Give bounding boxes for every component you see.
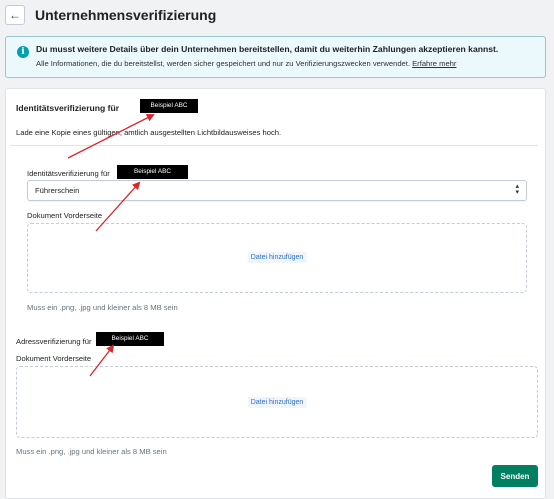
- identity-section-title: Identitätsverifizierung für: [16, 103, 120, 113]
- add-file-button[interactable]: Datei hinzufügen: [247, 252, 307, 263]
- back-button[interactable]: ←: [5, 5, 25, 25]
- id-type-select-value: Führerschein: [35, 186, 80, 195]
- banner-title: Du musst weitere Details über dein Unter…: [36, 44, 499, 54]
- file-format-hint: Muss ein .png, .jpg und kleiner als 8 MB…: [16, 447, 167, 456]
- info-banner: i Du musst weitere Details über dein Unt…: [5, 36, 546, 78]
- file-format-hint: Muss ein .png, .jpg und kleiner als 8 MB…: [27, 303, 178, 312]
- banner-body-text: Alle Informationen, die du bereitstellst…: [36, 59, 410, 68]
- info-icon: i: [17, 46, 29, 58]
- front-document-label: Dokument Vorderseite: [27, 211, 103, 220]
- page-title: Unternehmensverifizierung: [35, 7, 217, 23]
- address-dropzone[interactable]: Datei hinzufügen: [16, 366, 538, 438]
- id-type-label: Identitätsverifizierung für: [27, 169, 110, 178]
- id-type-select[interactable]: Führerschein ▴ ▾: [27, 180, 527, 201]
- identity-description: Lade eine Kopie eines gültigen, amtlich …: [16, 128, 282, 137]
- address-document-label: Dokument Vorderseite: [16, 354, 92, 363]
- id-front-dropzone[interactable]: Datei hinzufügen: [27, 223, 527, 293]
- page-header: ← Unternehmensverifizierung: [0, 0, 554, 32]
- learn-more-link[interactable]: Erfahre mehr: [412, 59, 456, 68]
- redacted-company-name: Beispiel ABC: [96, 332, 164, 346]
- section-divider: [10, 145, 538, 146]
- add-file-button[interactable]: Datei hinzufügen: [247, 397, 307, 408]
- banner-body: Alle Informationen, die du bereitstellst…: [36, 59, 456, 68]
- redacted-company-name: Beispiel ABC: [140, 99, 198, 113]
- select-arrows-icon: ▴ ▾: [515, 183, 519, 196]
- redacted-company-name: Beispiel ABC: [117, 165, 188, 179]
- address-section-title: Adressverifizierung für: [16, 337, 92, 346]
- arrow-left-icon: ←: [9, 8, 21, 22]
- submit-button[interactable]: Senden: [492, 465, 538, 487]
